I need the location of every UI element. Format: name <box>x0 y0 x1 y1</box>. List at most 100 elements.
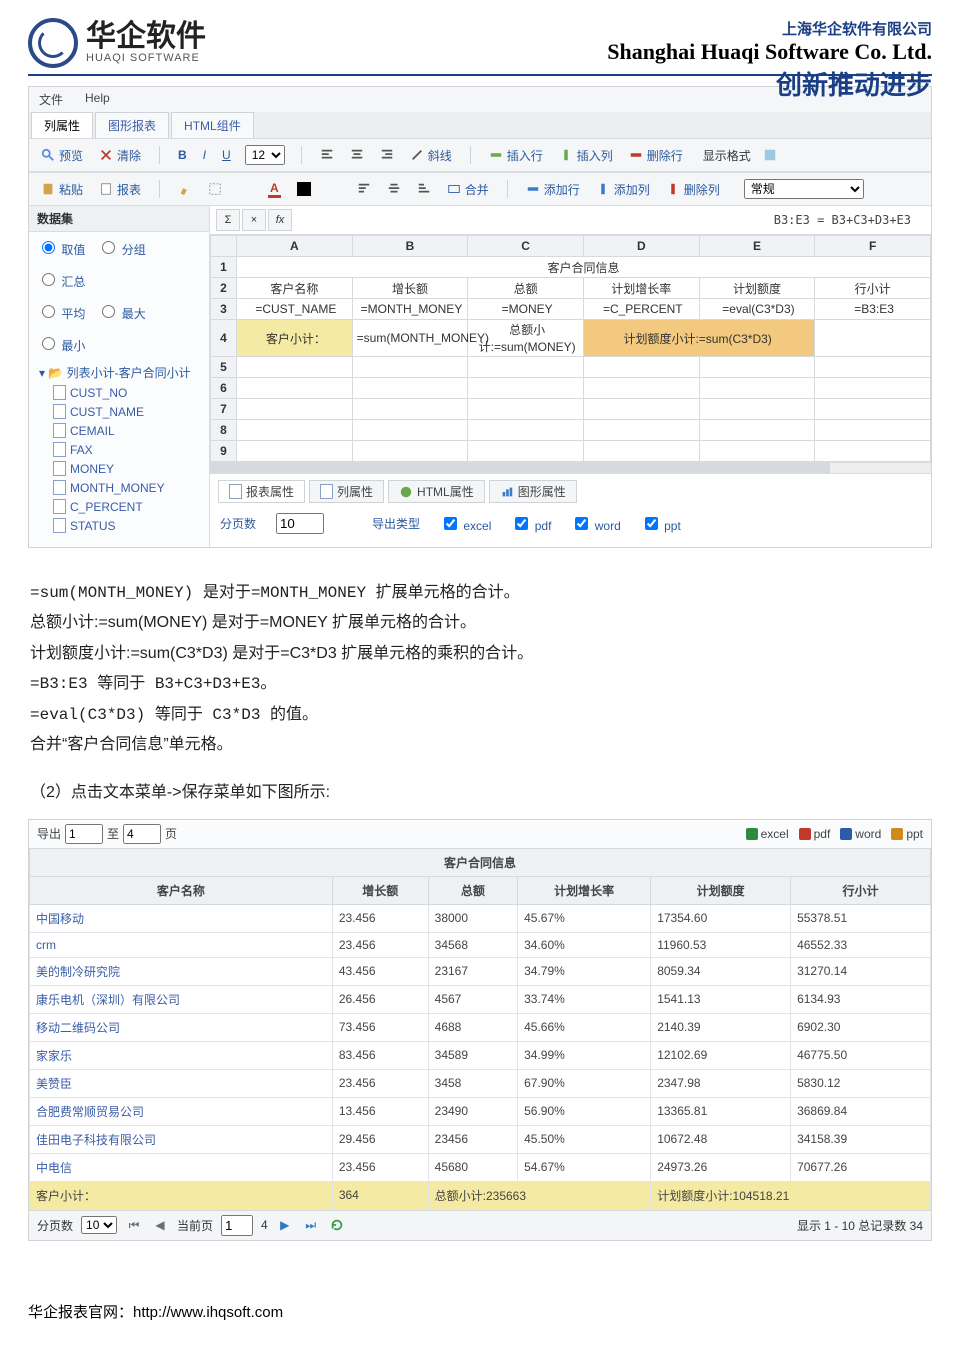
pagecount-input[interactable] <box>276 513 324 534</box>
prev-page-button[interactable]: ◀ <box>151 1216 169 1234</box>
radio-avg[interactable]: 平均 <box>37 302 85 322</box>
brush-button[interactable] <box>176 181 194 197</box>
col-d[interactable]: D <box>583 236 699 257</box>
picker-button[interactable] <box>206 181 224 197</box>
align-right-button[interactable] <box>378 147 396 163</box>
cell-f3[interactable]: =B3:E3 <box>815 299 931 320</box>
next-page-button[interactable]: ▶ <box>276 1216 294 1234</box>
table-row[interactable]: 中国移动23.4563800045.67%17354.6055378.51 <box>30 904 931 932</box>
cell-a3[interactable]: =CUST_NAME <box>237 299 353 320</box>
field-cemail[interactable]: CEMAIL <box>53 421 203 440</box>
underline-button[interactable]: U <box>220 147 233 163</box>
ptab-col[interactable]: 列属性 <box>309 480 384 503</box>
export-pdf[interactable]: pdf <box>799 827 831 841</box>
italic-button[interactable]: I <box>201 147 208 163</box>
cur-page-input[interactable] <box>221 1215 253 1236</box>
bold-button[interactable]: B <box>176 147 189 163</box>
valign-top-button[interactable] <box>355 181 373 197</box>
slant-button[interactable]: 斜线 <box>408 146 454 165</box>
delete-row-button[interactable]: 删除行 <box>627 146 685 165</box>
hdr-total[interactable]: 总额 <box>468 278 584 299</box>
cell-b4[interactable]: =sum(MONTH_MONEY) <box>352 320 468 357</box>
merge-button[interactable]: 合并 <box>445 180 491 199</box>
chk-ppt[interactable]: ppt <box>641 514 681 533</box>
insert-row-button[interactable]: 插入行 <box>487 146 545 165</box>
paste-button[interactable]: 粘贴 <box>39 180 85 199</box>
export-excel[interactable]: excel <box>746 827 789 841</box>
insert-col-button[interactable]: 插入列 <box>557 146 615 165</box>
ptab-report[interactable]: 报表属性 <box>218 480 305 503</box>
table-row[interactable]: crm23.4563456834.60%11960.5346552.33 <box>30 932 931 957</box>
field-money[interactable]: MONEY <box>53 459 203 478</box>
design-grid[interactable]: A B C D E F 1客户合同信息 2 客户名称 增长额 总额 计划增长率 … <box>210 235 931 462</box>
menu-file[interactable]: 文件 <box>39 91 63 108</box>
tab-html-comp[interactable]: HTML组件 <box>171 112 254 138</box>
cell-c3[interactable]: =MONEY <box>468 299 584 320</box>
radio-value[interactable]: 取值 <box>37 238 85 258</box>
radio-min[interactable]: 最小 <box>37 334 85 354</box>
radio-group[interactable]: 分组 <box>97 238 145 258</box>
font-color-button[interactable]: A <box>266 180 283 199</box>
ptab-html[interactable]: HTML属性 <box>388 480 485 503</box>
table-row[interactable]: 美赞臣23.456345867.90%2347.985830.12 <box>30 1069 931 1097</box>
hdr-custname[interactable]: 客户名称 <box>237 278 353 299</box>
to-input[interactable] <box>123 824 161 844</box>
ptab-chart[interactable]: 图形属性 <box>489 480 577 503</box>
chk-word[interactable]: word <box>571 514 620 533</box>
clear-button[interactable]: 清除 <box>97 146 143 165</box>
report-button[interactable]: 报表 <box>97 180 143 199</box>
hdr-rowsum[interactable]: 行小计 <box>815 278 931 299</box>
field-cust_name[interactable]: CUST_NAME <box>53 402 203 421</box>
table-row[interactable]: 中电信23.4564568054.67%24973.2670677.26 <box>30 1153 931 1181</box>
field-cust_no[interactable]: CUST_NO <box>53 383 203 402</box>
table-row[interactable]: 康乐电机（深圳）有限公司26.456456733.74%1541.136134.… <box>30 985 931 1013</box>
tab-chart-report[interactable]: 图形报表 <box>95 112 169 138</box>
valign-bot-button[interactable] <box>415 181 433 197</box>
table-row[interactable]: 美的制冷研究院43.4562316734.79%8059.3431270.14 <box>30 957 931 985</box>
page-size-select[interactable]: 10 <box>81 1216 117 1234</box>
font-size-select[interactable]: 12 <box>245 145 285 165</box>
col-f[interactable]: F <box>815 236 931 257</box>
cell-e3[interactable]: =eval(C3*D3) <box>699 299 815 320</box>
hdr-rate[interactable]: 计划增长率 <box>583 278 699 299</box>
table-row[interactable]: 佳田电子科技有限公司29.4562345645.50%10672.4834158… <box>30 1125 931 1153</box>
tree-root[interactable]: ▾ 📂 列表小计-客户合同小计 <box>39 364 203 381</box>
radio-sum[interactable]: 汇总 <box>37 270 85 290</box>
cell-c4[interactable]: 总额小计:=sum(MONEY) <box>468 320 584 357</box>
table-row[interactable]: 合肥费常顺贸易公司13.4562349056.90%13365.8136869.… <box>30 1097 931 1125</box>
valign-mid-button[interactable] <box>385 181 403 197</box>
field-status[interactable]: STATUS <box>53 516 203 535</box>
field-month_money[interactable]: MONTH_MONEY <box>53 478 203 497</box>
sigma-button[interactable]: Σ <box>216 209 240 231</box>
cell-b3[interactable]: =MONTH_MONEY <box>352 299 468 320</box>
fill-color-button[interactable] <box>295 181 313 197</box>
table-row[interactable]: 家家乐83.4563458934.99%12102.6946775.50 <box>30 1041 931 1069</box>
delete-col-button[interactable]: 删除列 <box>664 180 722 199</box>
field-fax[interactable]: FAX <box>53 440 203 459</box>
from-input[interactable] <box>65 824 103 844</box>
export-word[interactable]: word <box>840 827 881 841</box>
add-col-button[interactable]: 添加列 <box>594 180 652 199</box>
format-icon[interactable] <box>763 148 777 162</box>
h-scrollbar[interactable] <box>210 462 931 473</box>
preview-button[interactable]: 预览 <box>39 146 85 165</box>
col-c[interactable]: C <box>468 236 584 257</box>
col-a[interactable]: A <box>237 236 353 257</box>
align-center-button[interactable] <box>348 147 366 163</box>
chk-pdf[interactable]: pdf <box>511 514 551 533</box>
col-e[interactable]: E <box>699 236 815 257</box>
fx-button[interactable]: fx <box>268 209 292 231</box>
radio-max[interactable]: 最大 <box>97 302 145 322</box>
first-page-button[interactable]: ⏮ <box>125 1216 143 1234</box>
cell-d3[interactable]: =C_PERCENT <box>583 299 699 320</box>
add-row-button[interactable]: 添加行 <box>524 180 582 199</box>
hdr-growth[interactable]: 增长额 <box>352 278 468 299</box>
align-left-button[interactable] <box>318 147 336 163</box>
format-select[interactable]: 常规 <box>744 179 864 199</box>
tab-column-attr[interactable]: 列属性 <box>31 112 93 138</box>
cancel-button[interactable]: × <box>242 209 266 231</box>
field-c_percent[interactable]: C_PERCENT <box>53 497 203 516</box>
cell-a4[interactable]: 客户小计： <box>237 320 353 357</box>
chk-excel[interactable]: excel <box>440 514 491 533</box>
cell-de4[interactable]: 计划额度小计:=sum(C3*D3) <box>583 320 814 357</box>
